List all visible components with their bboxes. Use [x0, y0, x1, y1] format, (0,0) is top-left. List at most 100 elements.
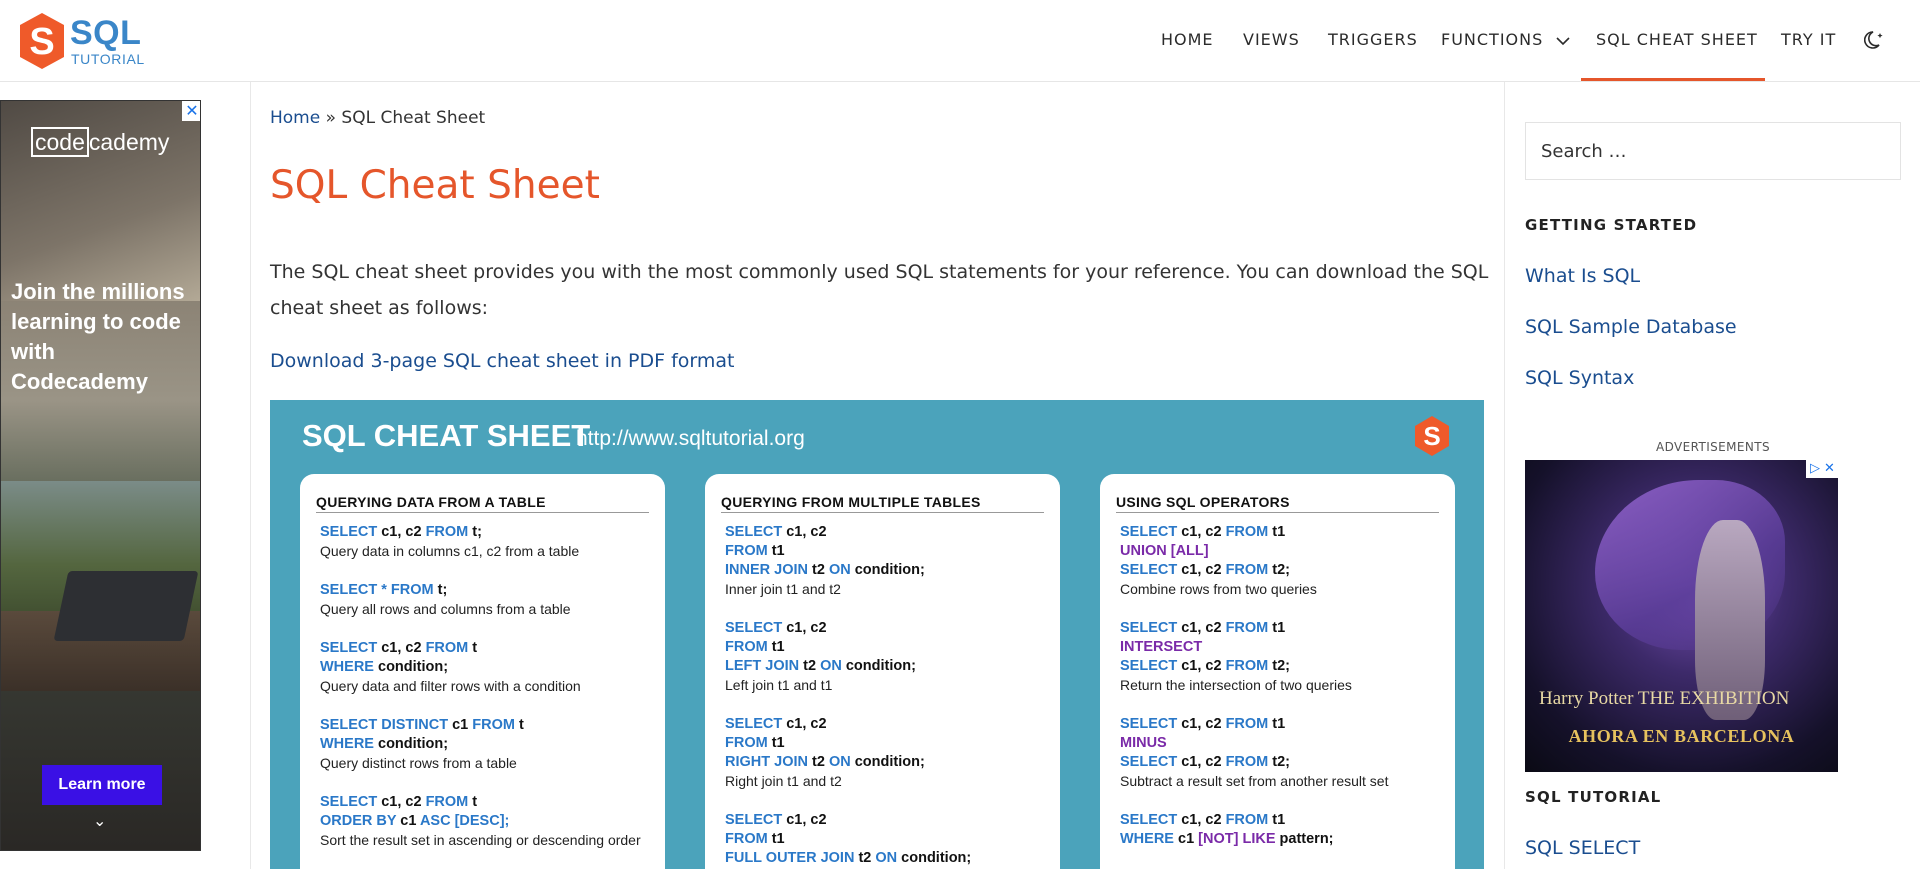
cheat-sheet-url: http://www.sqltutorial.org — [576, 427, 805, 450]
sql-keyword: INTERSECT — [1120, 639, 1203, 655]
moon-star-icon[interactable] — [1864, 29, 1886, 51]
adchoices-triangle-icon: ▷ — [1810, 461, 1820, 476]
sql-text: condition; — [841, 658, 916, 674]
ad-location-text: AHORA EN BARCELONA — [1568, 726, 1795, 746]
sql-code-line: SELECT c1, c2 FROM t1 — [1120, 619, 1439, 638]
ad-choices-icon[interactable]: ▷ ✕ — [1806, 460, 1838, 478]
site-logo[interactable]: S SQL TUTORIAL — [18, 11, 144, 71]
sql-keyword: ON — [875, 850, 898, 866]
sql-text: t1 — [767, 735, 785, 751]
nav-functions-label: FUNCTIONS — [1441, 30, 1544, 49]
sidebar-link-sample-database[interactable]: SQL Sample Database — [1525, 316, 1737, 338]
sql-text: c1, c2 — [1177, 620, 1226, 636]
sql-text: t; — [433, 582, 448, 598]
sql-snippet: SELECT c1, c2 FROM t1 LEFT JOIN t2 ON cond… — [725, 619, 1044, 695]
left-advertisement[interactable]: ✕ code cademy Join the millions learning … — [0, 100, 201, 851]
sql-code-line: SELECT c1, c2 FROM t1 — [1120, 811, 1439, 830]
sql-snippet: SELECT c1, c2 FROM t1 INNER JOIN t2 ON con… — [725, 523, 1044, 599]
sql-keyword: SELECT — [1120, 754, 1178, 770]
getting-started-heading: GETTING STARTED — [1525, 216, 1698, 234]
sql-keyword: MINUS — [1120, 735, 1167, 751]
sql-text: t1 — [1268, 524, 1286, 540]
sql-text: t — [468, 640, 478, 656]
nav-try-it[interactable]: TRY IT — [1781, 30, 1836, 49]
sql-text: t2 — [799, 658, 821, 674]
sql-keyword: SELECT — [1120, 716, 1178, 732]
sql-keyword: RIGHT JOIN — [725, 754, 808, 770]
sql-text: c1, c2 — [782, 524, 827, 540]
sheet-card-body: SELECT c1, c2 FROM t1 UNION [ALL] SELECT c… — [1116, 513, 1439, 849]
sql-snippet: SELECT * FROM t; Query all rows and colum… — [320, 581, 649, 619]
sql-code-line: UNION [ALL] — [1120, 542, 1439, 561]
sql-keyword: ON — [820, 658, 842, 674]
sql-code-line: LEFT JOIN t2 ON condition; — [725, 657, 1044, 676]
right-advertisement[interactable]: ▷ ✕ Harry Potter THE EXHIBITION AHORA EN… — [1525, 460, 1838, 772]
nav-views[interactable]: VIEWS — [1243, 30, 1300, 49]
sql-code-line: FROM t1 — [725, 830, 1044, 849]
sql-text: t2; — [1268, 658, 1291, 674]
download-pdf-link[interactable]: Download 3-page SQL cheat sheet in PDF f… — [270, 350, 735, 372]
sql-code-line: MINUS — [1120, 734, 1439, 753]
sql-text: c1, c2 — [1177, 658, 1226, 674]
breadcrumb-home-link[interactable]: Home — [270, 108, 320, 128]
chevron-down-icon — [1556, 36, 1570, 45]
ad-learn-more-button[interactable]: Learn more — [42, 765, 162, 805]
sql-code-line: FROM t1 — [725, 734, 1044, 753]
nav-sql-cheat-sheet[interactable]: SQL CHEAT SHEET — [1596, 30, 1758, 49]
sql-code-line: SELECT c1, c2 FROM t — [320, 639, 649, 658]
sql-text: c1, c2 — [1177, 562, 1226, 578]
nav-triggers[interactable]: TRIGGERS — [1328, 30, 1418, 49]
sql-keyword: [NOT] LIKE — [1198, 831, 1276, 847]
ad-close-icon[interactable]: ✕ — [182, 101, 200, 121]
sql-code-line: SELECT c1, c2 — [725, 523, 1044, 542]
sql-keyword: FROM — [1225, 562, 1269, 578]
sql-snippet-description: Combine rows from two queries — [1120, 581, 1317, 597]
sheet-card-querying-data: QUERYING DATA FROM A TABLE SELECT c1, c2… — [300, 474, 665, 869]
nav-functions[interactable]: FUNCTIONS — [1441, 30, 1571, 49]
ad-close-icon: ✕ — [1824, 461, 1835, 476]
sql-keyword: SELECT — [1120, 524, 1178, 540]
sql-code-line: SELECT c1, c2 FROM t2; — [1120, 657, 1439, 676]
sql-keyword: ORDER BY — [320, 813, 397, 829]
sql-snippet: SELECT c1, c2 FROM t1 INTERSECT SELECT c1,… — [1120, 619, 1439, 695]
sheet-logo-letter: S — [1423, 421, 1440, 451]
sql-snippet-description: Right join t1 and t2 — [725, 773, 842, 789]
sidebar-link-what-is-sql[interactable]: What Is SQL — [1525, 265, 1640, 287]
sql-code-line: SELECT c1, c2 FROM t1 — [1120, 715, 1439, 734]
sidebar-link-sql-syntax[interactable]: SQL Syntax — [1525, 367, 1634, 389]
sql-snippet: SELECT c1, c2 FROM t1 UNION [ALL] SELECT c… — [1120, 523, 1439, 599]
breadcrumb: Home » SQL Cheat Sheet — [270, 108, 485, 128]
logo-hexagon-icon: S — [20, 13, 64, 69]
sql-keyword: FROM — [425, 524, 469, 540]
sql-text: c1, c2 — [782, 620, 827, 636]
sql-text: t — [468, 794, 478, 810]
sql-keyword: FROM — [1225, 812, 1269, 828]
sql-text: t1 — [767, 543, 785, 559]
ad-chevron-down-icon[interactable]: ⌄ — [93, 811, 106, 830]
sql-snippet: SELECT c1, c2 FROM t1 FULL OUTER JOIN t2 O… — [725, 811, 1044, 868]
sql-keyword: INNER JOIN — [725, 562, 808, 578]
sql-snippet: SELECT c1, c2 FROM t ORDER BY c1 ASC [DES… — [320, 793, 649, 850]
search-input[interactable]: Search … — [1525, 122, 1901, 180]
sheet-card-body: SELECT c1, c2 FROM t; Query data in colum… — [316, 513, 649, 850]
sheet-card-operators: USING SQL OPERATORS SELECT c1, c2 FROM t… — [1100, 474, 1455, 869]
advertisements-label: ADVERTISEMENTS — [1655, 440, 1771, 454]
ad-photo-laptop — [53, 571, 199, 641]
sql-code-line: FROM t1 — [725, 638, 1044, 657]
nav-home[interactable]: HOME — [1161, 30, 1214, 49]
cheat-sheet-title: SQL CHEAT SHEET — [302, 418, 591, 453]
sql-text: t1 — [767, 639, 785, 655]
sql-keyword: WHERE — [320, 659, 374, 675]
sql-text: t1 — [1268, 812, 1286, 828]
logo-word: SQL — [70, 14, 142, 52]
sql-snippet-description: Query distinct rows from a table — [320, 755, 517, 771]
sql-code-line: RIGHT JOIN t2 ON condition; — [725, 753, 1044, 772]
sheet-card-heading: USING SQL OPERATORS — [1116, 494, 1439, 513]
sql-text: condition; — [850, 562, 925, 578]
sql-keyword: FROM — [425, 794, 469, 810]
sql-snippet: SELECT c1, c2 FROM t WHERE condition; Quer… — [320, 639, 649, 696]
sql-text: c1, c2 — [782, 812, 827, 828]
sql-code-line: WHERE condition; — [320, 658, 649, 677]
sql-text: condition; — [897, 850, 972, 866]
sidebar-link-sql-select[interactable]: SQL SELECT — [1525, 837, 1640, 859]
